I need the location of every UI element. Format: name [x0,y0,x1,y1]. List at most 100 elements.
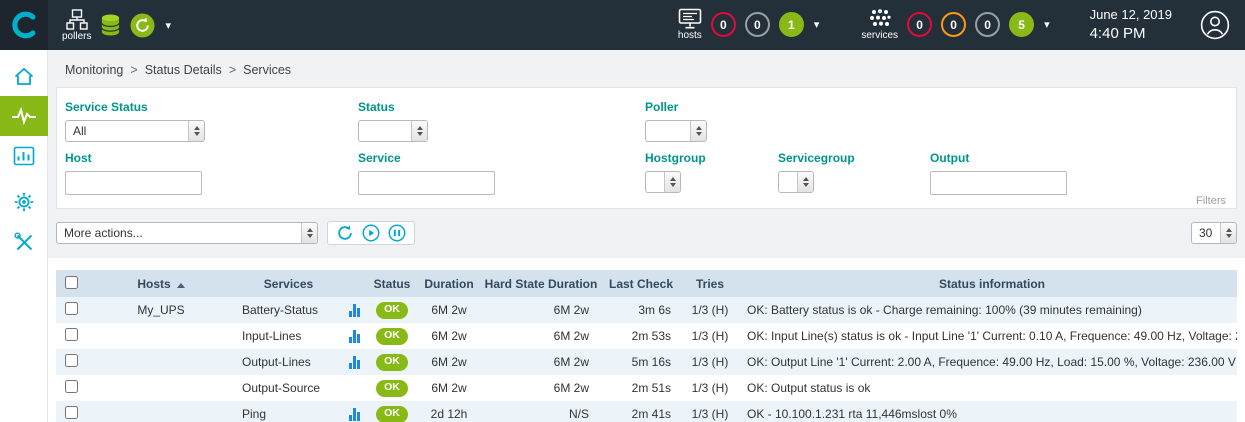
last-check-cell: 2m 53s [601,323,681,349]
filters-caption: Filters [1196,195,1226,207]
sidebar-item-reporting[interactable] [0,136,48,176]
select-arrows-icon [301,223,317,243]
service-status-select[interactable]: All [65,120,205,142]
chevron-down-icon[interactable]: ▾ [1044,18,1050,31]
graph-icon[interactable] [349,304,360,317]
breadcrumb-item-monitoring[interactable]: Monitoring [65,63,123,77]
services-unknown-counter[interactable]: 0 [975,12,1000,37]
status-information-cell: OK: Output Line '1' Current: 2.00 A, Fre… [739,349,1237,375]
monitoring-controls [327,221,415,245]
duration-cell: 6M 2w [417,323,481,349]
services-icon [868,8,892,30]
service-link[interactable]: Output-Lines [242,355,311,369]
select-arrows-icon [1220,223,1236,243]
breadcrumb-item-status-details[interactable]: Status Details [145,63,222,77]
column-header-services[interactable]: Services [236,270,341,297]
chevron-down-icon[interactable]: ▾ [165,19,171,32]
status-select[interactable] [358,120,428,142]
sidebar-item-home[interactable] [0,56,48,96]
poller-select[interactable] [645,120,707,142]
row-checkbox[interactable] [65,354,78,367]
hostgroup-field: Hostgroup [645,151,778,195]
host-link[interactable]: My_UPS [137,303,184,317]
tries-cell: 1/3 (H) [681,349,739,375]
duration-cell: 6M 2w [417,349,481,375]
breadcrumb-item-services[interactable]: Services [243,63,291,77]
row-checkbox[interactable] [65,328,78,341]
column-header-duration[interactable]: Duration [417,270,481,297]
page-size-select[interactable]: 30 [1191,222,1237,244]
table-row: Output-Lines OK 6M 2w 6M 2w 5m 16s 1/3 (… [56,349,1237,375]
sidebar [0,50,48,422]
duration-cell: 6M 2w [417,375,481,401]
row-checkbox[interactable] [65,302,78,315]
service-status-field: Service Status All [65,100,358,142]
services-warning-counter[interactable]: 0 [941,12,966,37]
service-link[interactable]: Output-Source [242,381,320,395]
refresh-icon [336,224,354,242]
poller-label: Poller [645,100,1228,114]
content: Monitoring > Status Details > Services S… [48,50,1245,422]
select-arrows-icon [664,172,680,192]
pollers-menu[interactable]: pollers [62,9,91,42]
column-header-status[interactable]: Status [367,270,417,297]
table-row: Output-Source OK 6M 2w 6M 2w 2m 51s 1/3 … [56,375,1237,401]
centreon-logo[interactable] [0,0,48,50]
service-link[interactable]: Battery-Status [242,303,318,317]
column-header-last-check[interactable]: Last Check [601,270,681,297]
datetime: June 12, 2019 4:40 PM [1090,7,1172,43]
filter-row-1: Service Status All Status [65,100,1228,142]
filter-row-2: Host Service Hostgroup [65,151,1228,195]
host-label: Host [65,151,358,165]
services-ok-counter[interactable]: 5 [1009,12,1034,37]
hostgroup-select[interactable] [645,171,681,193]
poller-config-status-icon[interactable] [130,13,155,38]
service-status-label: Service Status [65,100,358,114]
output-input[interactable] [930,171,1067,195]
services-critical-counter[interactable]: 0 [907,12,932,37]
database-latency-icon[interactable] [100,13,121,37]
service-link[interactable]: Input-Lines [242,329,301,343]
pause-button[interactable] [388,224,406,242]
sort-asc-icon [177,283,185,288]
column-header-hard-state-duration[interactable]: Hard State Duration [481,270,601,297]
play-button[interactable] [362,224,380,242]
user-profile-button[interactable] [1200,10,1230,40]
home-icon [13,66,35,87]
pulse-icon [10,106,38,126]
service-field: Service [358,151,645,195]
graph-icon[interactable] [349,408,360,421]
database-icon [100,13,121,37]
hard-state-duration-cell: 6M 2w [481,375,601,401]
sidebar-item-configuration[interactable] [0,182,48,222]
table-row: Ping OK 2d 12h N/S 2m 41s 1/3 (H) OK - 1… [56,401,1237,422]
tries-cell: 1/3 (H) [681,297,739,323]
column-header-status-information[interactable]: Status information [739,270,1237,297]
column-header-tries[interactable]: Tries [681,270,739,297]
column-header-hosts[interactable]: Hosts [86,270,236,297]
select-all-checkbox[interactable] [65,276,78,289]
servicegroup-label: Servicegroup [778,151,930,165]
servicegroup-select[interactable] [778,171,814,193]
sidebar-item-administration[interactable] [0,222,48,262]
hosts-unreachable-counter[interactable]: 0 [745,12,770,37]
hosts-up-counter[interactable]: 1 [779,12,804,37]
services-menu[interactable]: services [861,8,898,41]
status-badge: OK [376,406,408,422]
host-input[interactable] [65,171,202,195]
service-link[interactable]: Ping [242,407,266,421]
row-checkbox[interactable] [65,380,78,393]
host-field: Host [65,151,358,195]
pause-icon [388,224,406,242]
row-checkbox[interactable] [65,406,78,419]
chevron-down-icon[interactable]: ▾ [814,18,820,31]
graph-icon[interactable] [349,356,360,369]
more-actions-select[interactable]: More actions... [56,222,318,244]
service-input[interactable] [358,171,495,195]
current-date: June 12, 2019 [1090,7,1172,24]
refresh-button[interactable] [336,224,354,242]
sidebar-item-monitoring[interactable] [0,96,48,136]
hosts-down-counter[interactable]: 0 [711,12,736,37]
graph-icon[interactable] [349,330,360,343]
hosts-menu[interactable]: hosts [678,8,702,41]
